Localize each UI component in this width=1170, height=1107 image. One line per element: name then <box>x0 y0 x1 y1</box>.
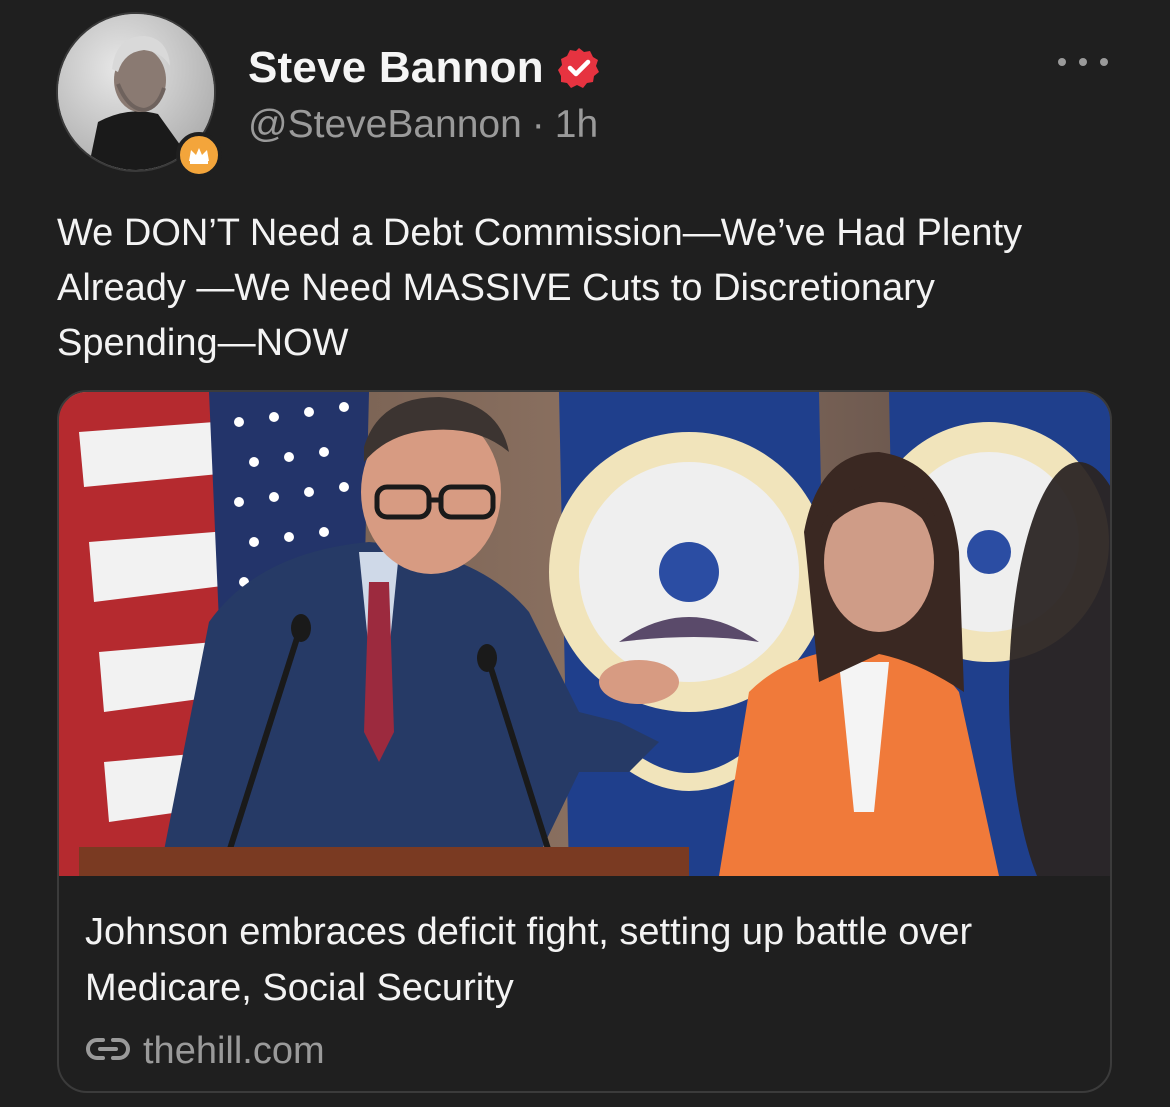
more-dot-icon <box>1058 58 1066 66</box>
link-domain: thehill.com <box>143 1029 325 1072</box>
link-domain-row[interactable]: thehill.com <box>85 1026 325 1076</box>
more-dot-icon <box>1100 58 1108 66</box>
handle-separator: · <box>531 103 545 146</box>
crown-icon <box>176 132 222 178</box>
handle-row: @SteveBannon · 1h <box>248 100 598 150</box>
author-name-row: Steve Bannon <box>248 38 600 98</box>
more-options-button[interactable] <box>1058 48 1108 76</box>
link-preview-card[interactable]: Johnson embraces deficit fight, setting … <box>57 390 1112 1093</box>
link-preview-image <box>59 392 1110 876</box>
link-preview-title[interactable]: Johnson embraces deficit fight, setting … <box>85 904 1085 1016</box>
post-container: Steve Bannon @SteveBannon · 1h We DON’T Ne… <box>0 0 1170 1107</box>
author-handle[interactable]: @SteveBannon <box>248 103 522 146</box>
verified-check-icon <box>557 47 600 89</box>
avatar-container[interactable] <box>58 14 222 178</box>
timestamp: 1h <box>554 103 599 146</box>
post-text: We DON’T Need a Debt Commission—We’ve Ha… <box>57 212 1023 364</box>
more-dot-icon <box>1079 58 1087 66</box>
display-name[interactable]: Steve Bannon <box>248 43 544 93</box>
link-icon <box>85 1034 131 1069</box>
